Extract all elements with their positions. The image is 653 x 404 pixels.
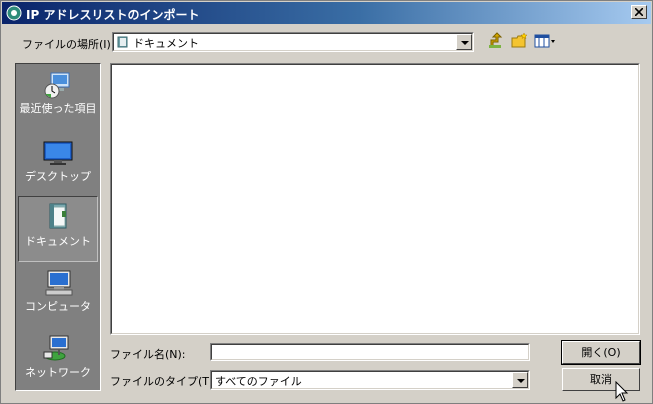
place-desktop[interactable]: デスクトップ <box>18 134 98 198</box>
title-bar[interactable]: IP アドレスリストのインポート <box>2 2 651 24</box>
chevron-down-icon[interactable] <box>456 34 472 50</box>
location-label: ファイルの場所(I): <box>22 38 115 51</box>
place-desktop-label: デスクトップ <box>25 170 91 183</box>
app-icon <box>6 5 22 21</box>
filetype-value: すべてのファイル <box>215 375 302 388</box>
place-documents-label: ドキュメント <box>25 235 91 248</box>
desktop-icon <box>43 141 73 165</box>
open-button[interactable]: 開く(O) <box>561 340 641 365</box>
filetype-label: ファイルのタイプ(T): <box>110 375 218 388</box>
up-folder-icon[interactable] <box>487 31 507 51</box>
close-button[interactable] <box>631 5 647 19</box>
filename-label: ファイル名(N): <box>110 348 186 361</box>
file-dialog-window: IP アドレスリストのインポート ファイルの場所(I): ドキュメント 最近使っ… <box>0 0 653 404</box>
place-network[interactable]: ネットワーク <box>18 330 98 394</box>
computer-icon <box>45 270 73 296</box>
places-bar: 最近使った項目 デスクトップ ドキュメント コンピュータ ネットワーク <box>15 63 101 391</box>
place-recent[interactable]: 最近使った項目 <box>18 66 98 130</box>
mouse-pointer-icon <box>615 381 629 402</box>
view-menu-icon[interactable] <box>533 31 557 51</box>
new-folder-icon[interactable] <box>510 31 530 51</box>
place-computer-label: コンピュータ <box>25 300 91 313</box>
network-icon <box>43 335 69 361</box>
place-network-label: ネットワーク <box>25 366 91 379</box>
location-value: ドキュメント <box>133 37 199 50</box>
chevron-down-icon[interactable] <box>512 372 528 388</box>
place-documents[interactable]: ドキュメント <box>18 196 98 262</box>
close-icon <box>635 8 643 16</box>
window-title: IP アドレスリストのインポート <box>26 8 200 22</box>
filetype-combo[interactable]: すべてのファイル <box>210 370 530 390</box>
place-computer[interactable]: コンピュータ <box>18 264 98 328</box>
filename-input[interactable] <box>210 343 530 361</box>
documents-folder-icon <box>117 36 128 48</box>
place-recent-label: 最近使った項目 <box>19 102 97 115</box>
location-combo[interactable]: ドキュメント <box>112 32 474 52</box>
recent-icon <box>44 72 70 99</box>
file-list-view[interactable] <box>110 63 640 335</box>
documents-icon <box>49 203 67 229</box>
